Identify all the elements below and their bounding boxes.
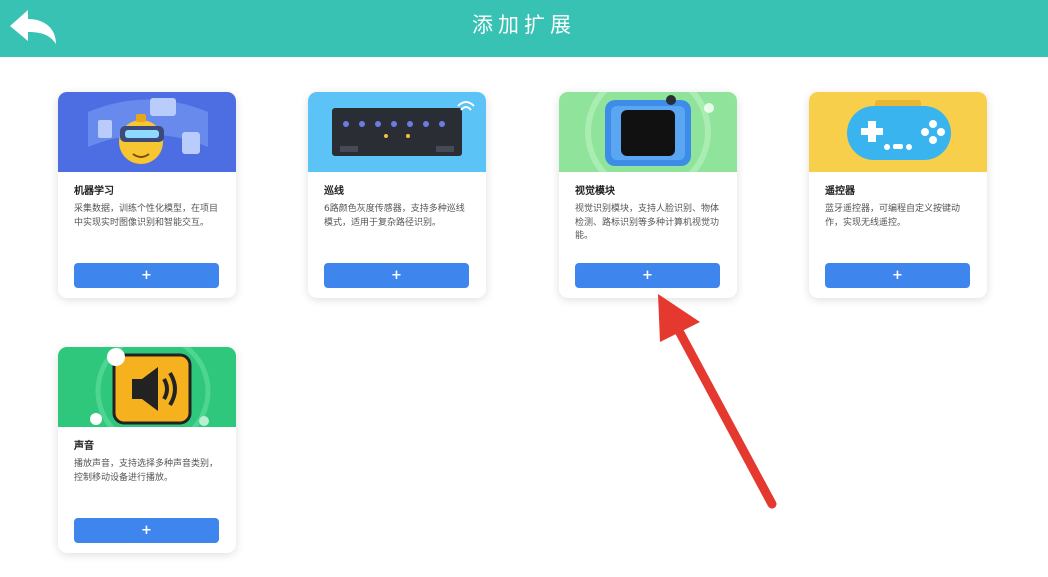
add-extension-button[interactable]: + [74,518,219,543]
extension-description: 蓝牙遥控器，可编程自定义按键动作，实现无线遥控。 [825,204,961,228]
speaker-illustration [58,347,236,427]
extension-card-machine-learning: 机器学习 采集数据，训练个性化模型，在项目中实现实时图像识别和智能交互。 + [58,92,236,298]
extension-title: 声音 [74,441,94,452]
top-header-bar: 添加扩展 [0,0,1048,57]
add-extension-button[interactable]: + [575,263,720,288]
add-extension-button[interactable]: + [74,263,219,288]
add-extension-button[interactable]: + [825,263,970,288]
vision-camera-module-illustration [559,92,737,172]
line-sensor-board-illustration [308,92,486,172]
extension-description: 视觉识别模块，支持人脸识别、物体检测、路标识别等多种计算机视觉功能。 [575,204,720,241]
extension-description: 采集数据，训练个性化模型，在项目中实现实时图像识别和智能交互。 [74,204,219,228]
gamepad-illustration [809,92,987,172]
page-title: 添加扩展 [472,13,576,37]
extension-card-line-tracking: 巡线 6路颜色灰度传感器，支持多种巡线模式，适用于复杂路径识别。 + [308,92,486,298]
extension-description: 播放声音，支持选择多种声音类别，控制移动设备进行播放。 [74,459,219,483]
robot-vr-illustration [58,92,236,172]
extension-title: 巡线 [324,186,344,197]
add-extension-button[interactable]: + [324,263,469,288]
extension-title: 遥控器 [825,186,855,197]
extension-card-sound: 声音 播放声音，支持选择多种声音类别，控制移动设备进行播放。 + [58,347,236,553]
extension-card-remote-controller: 遥控器 蓝牙遥控器，可编程自定义按键动作，实现无线遥控。 + [809,92,987,298]
extension-title: 机器学习 [74,186,114,197]
extension-description: 6路颜色灰度传感器，支持多种巡线模式，适用于复杂路径识别。 [324,204,465,228]
extension-card-vision-module: 视觉模块 视觉识别模块，支持人脸识别、物体检测、路标识别等多种计算机视觉功能。 … [559,92,737,298]
extension-title: 视觉模块 [575,186,615,197]
